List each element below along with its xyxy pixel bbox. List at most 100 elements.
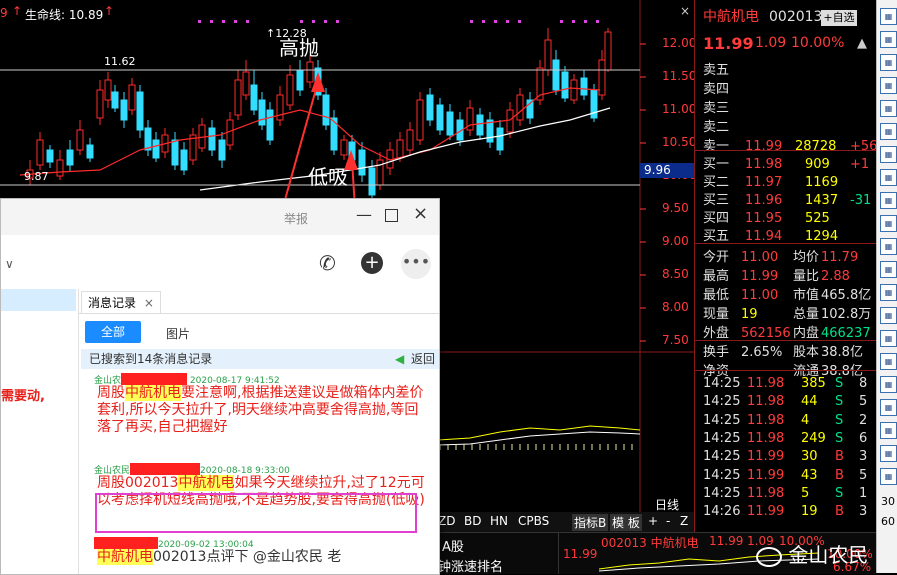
side-tool-icon[interactable]: ▦ [880, 169, 897, 186]
stock-name: 中航机电 [703, 9, 759, 25]
stat-key: 总量 [793, 307, 820, 322]
side-tool-icon[interactable]: ▦ [880, 376, 897, 393]
side-tool-icon[interactable]: ▦ [880, 123, 897, 140]
watermark-text: 金山农民 [788, 543, 869, 567]
msg1-pre: 周股 [97, 385, 125, 401]
toolbar-btn-0[interactable]: ZD [438, 514, 455, 528]
bid-label: 买二 [703, 175, 730, 190]
bid-label: 买一 [703, 157, 730, 172]
tick-side: S [835, 412, 844, 428]
tick-row: 14:25 11.98 4 S 2 [695, 411, 877, 430]
back-button[interactable]: 返回 [411, 349, 435, 369]
msg2-highlight: 中航机电 [178, 475, 235, 491]
tick-side: S [835, 485, 844, 501]
stat-key: 股本 [793, 345, 820, 360]
bid-volume: 909 [805, 157, 830, 172]
bell-icon[interactable]: ▲ [857, 34, 867, 53]
tick-price: 11.98 [747, 485, 785, 501]
tab-close-icon[interactable]: × [144, 296, 154, 310]
period-60[interactable]: 60 [881, 515, 895, 528]
panel-divider [695, 150, 877, 151]
side-tool-icon[interactable]: ▦ [880, 468, 897, 485]
stat-value: 102.8万 [821, 307, 872, 322]
watchlist-button[interactable]: +自选 [821, 10, 857, 26]
toolbar-btn-5[interactable]: 模 板 [610, 514, 642, 531]
tick-side: S [835, 376, 844, 391]
maximize-icon[interactable] [385, 209, 398, 222]
highlight-box [95, 493, 417, 533]
add-icon[interactable]: + [361, 252, 383, 274]
indicator-toolbar: ZD BD HN CPBS 指标B 模 板 + - Z [438, 512, 694, 532]
msg3-meta: 2020-09-02 13:00:04 [94, 535, 254, 550]
chat-history-window: 举报 — × ∨ ✆ + ••• 需要动, 消息记录 × 全部 图片 已搜索到1… [0, 198, 440, 575]
side-tool-icon[interactable]: ▦ [880, 422, 897, 439]
bottom-panel: A股 钟涨速排名 11.99 002013 中航机电 11.99 1.09 10… [438, 532, 876, 575]
mini-price: 11.99 [709, 534, 744, 548]
more-icon[interactable]: ••• [401, 249, 431, 279]
toolbar-btn-2[interactable]: HN [490, 514, 508, 528]
side-tool-icon[interactable]: ▦ [880, 100, 897, 117]
side-tool-icon[interactable]: ▦ [880, 54, 897, 71]
tick-volume: 30 [801, 449, 818, 465]
stat-key: 量比 [793, 269, 820, 284]
stat-key: 最低 [703, 288, 730, 303]
tick-count: 3 [859, 504, 868, 520]
tick-price: 11.98 [747, 412, 785, 428]
tick-row: 14:25 11.98 44 S 5 [695, 392, 877, 411]
tick-row: 14:25 11.99 43 B 5 [695, 466, 877, 485]
report-button[interactable]: 举报 [284, 210, 308, 227]
filter-all-button[interactable]: 全部 [85, 321, 141, 343]
bid-volume: 1169 [805, 175, 839, 190]
a-stock-label[interactable]: A股 [442, 536, 464, 555]
filter-image-button[interactable]: 图片 [166, 325, 190, 342]
ask-label: 卖四 [703, 82, 730, 97]
price-axis-label: 10.50 [662, 135, 697, 149]
close-chart-icon[interactable]: × [680, 4, 690, 18]
tab-title: 消息记录 [88, 296, 137, 310]
side-tool-icon[interactable]: ▦ [880, 445, 897, 462]
side-tool-icon[interactable]: ▦ [880, 77, 897, 94]
toolbar-btn-7[interactable]: - [666, 514, 670, 528]
minimize-icon[interactable]: — [356, 205, 372, 224]
rank-label[interactable]: 钟涨速排名 [438, 556, 503, 575]
toolbar-btn-8[interactable]: Z [680, 514, 688, 528]
close-icon[interactable]: × [413, 203, 428, 224]
side-tool-icon[interactable]: ▦ [880, 31, 897, 48]
price-change-pct: 10.00% [791, 35, 845, 51]
phone-icon[interactable]: ✆ [319, 251, 336, 275]
period-30[interactable]: 30 [881, 495, 895, 508]
tick-time: 14:25 [703, 467, 741, 483]
side-tool-icon[interactable]: ▦ [880, 238, 897, 255]
message-list: 金山农 2020-08-17 9:41:52 周股中航机电要注意啊,根据推送建议… [79, 367, 439, 574]
side-tool-icon[interactable]: ▦ [880, 353, 897, 370]
side-tool-icon[interactable]: ▦ [880, 330, 897, 347]
tab-message-history[interactable]: 消息记录 × [81, 291, 161, 313]
stat-value: 11.79 [821, 250, 859, 265]
side-tool-icon[interactable]: ▦ [880, 146, 897, 163]
back-arrow-icon[interactable]: ◀ [395, 349, 404, 369]
side-tool-icon[interactable]: ▦ [880, 215, 897, 232]
side-tool-icon[interactable]: ▦ [880, 399, 897, 416]
chart-peak-label: 11.62 [104, 55, 136, 68]
toolbar-btn-3[interactable]: CPBS [518, 514, 549, 528]
stat-row: 换手 2.65% 股本 38.8亿 [695, 343, 877, 362]
mini-left-price: 11.99 [563, 547, 598, 561]
price-axis-label: 11.00 [662, 102, 697, 116]
stat-value: 38.8亿 [821, 345, 863, 360]
toolbar-btn-1[interactable]: BD [464, 514, 481, 528]
side-tool-icon[interactable]: ▦ [880, 307, 897, 324]
toolbar-btn-6[interactable]: + [648, 514, 658, 528]
tick-row: 14:25 11.99 30 B 3 [695, 447, 877, 466]
toolbar-btn-4[interactable]: 指标B [572, 514, 609, 531]
chevron-down-icon[interactable]: ∨ [5, 257, 14, 271]
side-tool-icon[interactable]: ▦ [880, 8, 897, 25]
stat-value: 2.88 [821, 269, 850, 284]
msg2-pre: 周股002013 [97, 475, 179, 491]
price-axis-label: 7.50 [662, 333, 689, 347]
side-tool-icon[interactable]: ▦ [880, 192, 897, 209]
search-result-text: 已搜索到14条消息记录 [89, 352, 213, 366]
side-tool-icon[interactable]: ▦ [880, 261, 897, 278]
panel-divider [695, 340, 877, 341]
side-tool-icon[interactable]: ▦ [880, 284, 897, 301]
tick-row: 14:25 11.98 385 S 8 [695, 374, 877, 393]
